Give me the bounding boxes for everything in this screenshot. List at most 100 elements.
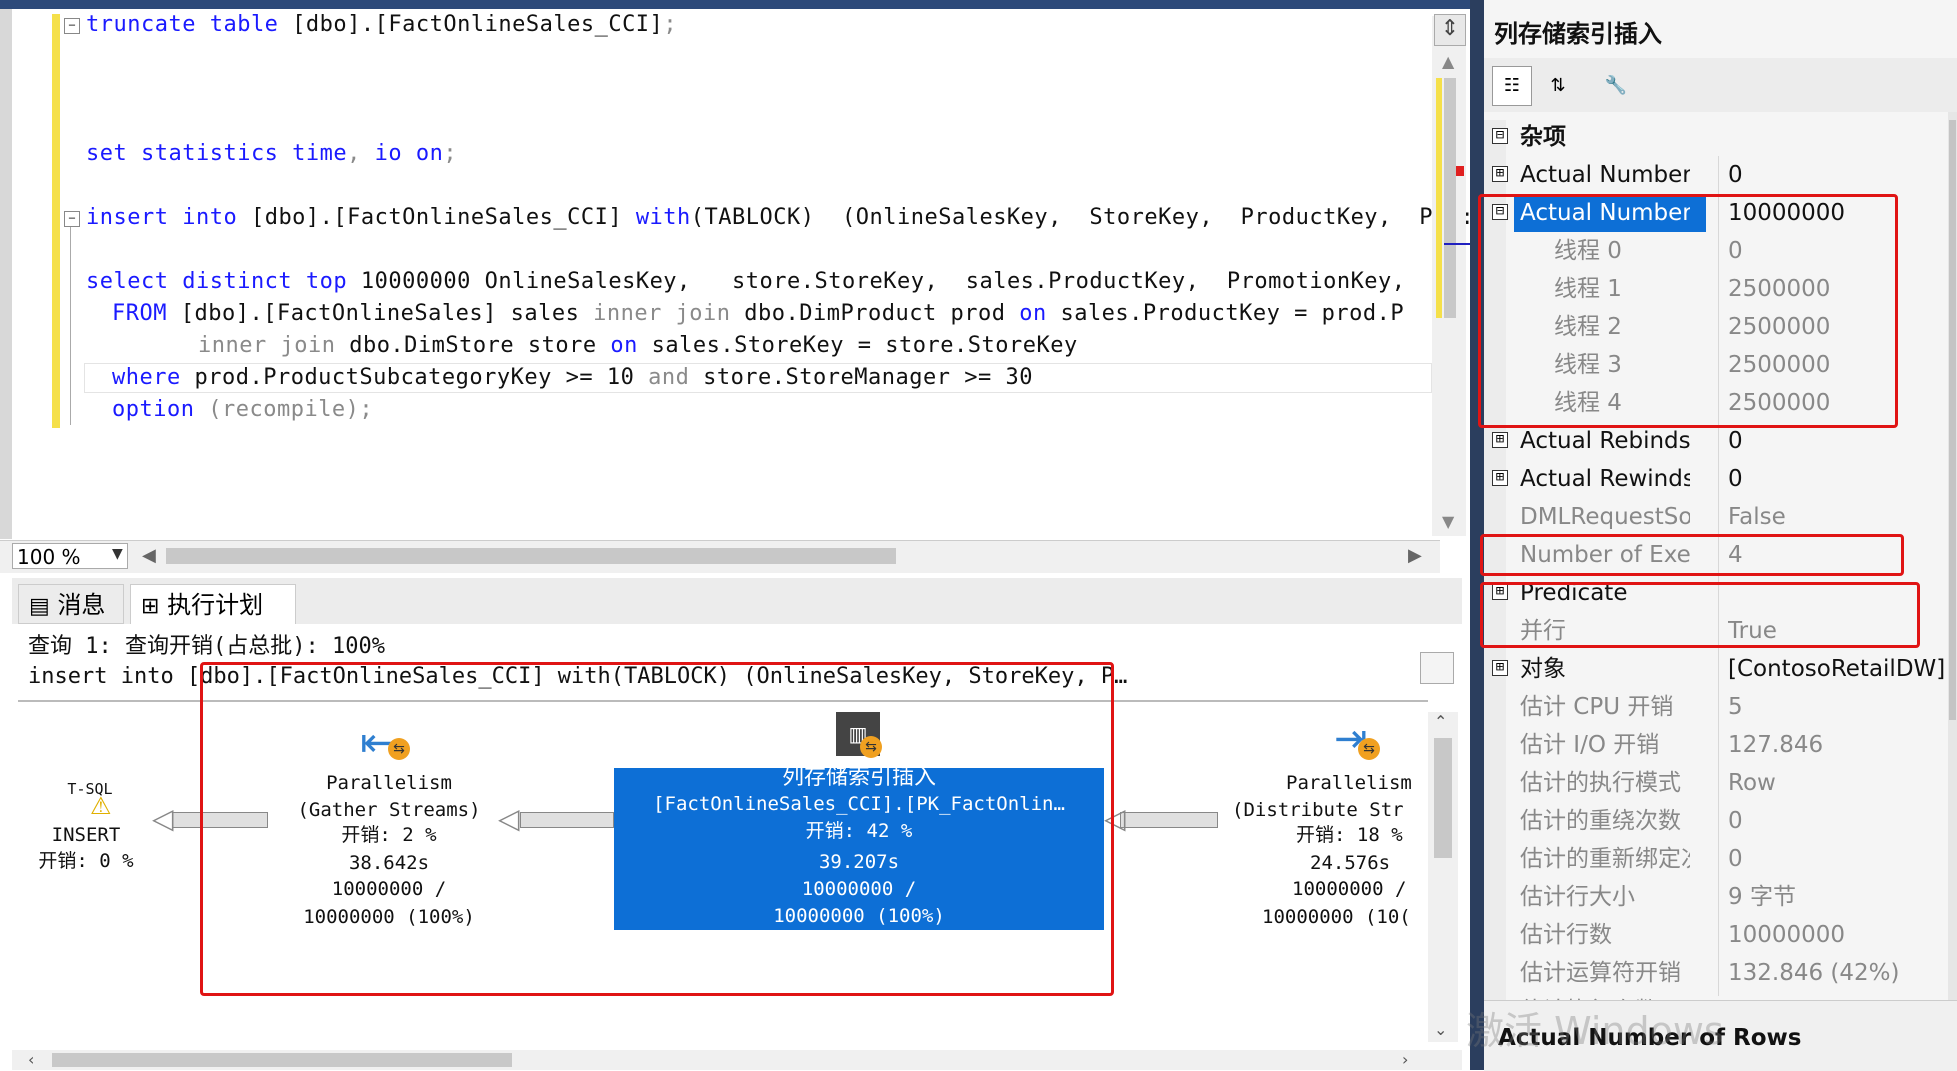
code-line-3[interactable]: insert into [dbo].[FactOnlineSales_CCI] … xyxy=(86,205,1474,230)
editor-gutter xyxy=(0,9,12,539)
property-value[interactable]: 127.846 xyxy=(1728,726,1948,764)
tab-label: 执行计划 xyxy=(167,591,264,619)
property-row[interactable]: 估计行大小 9 字节 xyxy=(1484,878,1957,916)
messages-icon: ▤ xyxy=(29,594,50,619)
editor-hscroll-thumb[interactable] xyxy=(166,548,896,564)
change-tracking-bar xyxy=(52,14,60,428)
sort-alpha-icon[interactable]: ⇅ xyxy=(1538,66,1578,106)
editor-scroll-thumb[interactable] xyxy=(1444,78,1456,318)
plan-scroll-thumb[interactable] xyxy=(1434,738,1452,858)
code-text: (TABLOCK) (OnlineSalesKey, StoreKey, Pro… xyxy=(690,205,1475,230)
property-name: 估计 I/O 开销 xyxy=(1520,732,1660,758)
highlight-box-executions xyxy=(1480,534,1904,576)
property-value[interactable]: 0 xyxy=(1728,802,1948,840)
property-row[interactable]: 估计的执行模式 Row xyxy=(1484,764,1957,802)
code-text: sales.ProductKey = prod.P xyxy=(1046,301,1405,326)
categorized-icon[interactable]: ☷ xyxy=(1492,66,1532,106)
code-line-6[interactable]: inner join dbo.DimStore store on sales.S… xyxy=(198,333,1078,358)
keyword: truncate table xyxy=(86,12,279,37)
property-name: 杂项 xyxy=(1520,124,1566,150)
collapse-icon[interactable]: − xyxy=(64,211,80,227)
tab-label: 消息 xyxy=(57,591,106,619)
property-row[interactable]: DMLRequestSort False xyxy=(1484,498,1957,536)
code-text: 10000000 OnlineSalesKey, store.StoreKey,… xyxy=(347,269,1461,294)
highlight-box-parallel xyxy=(1480,582,1920,648)
scroll-up-icon[interactable]: ▲ xyxy=(1442,52,1454,71)
scroll-left-icon[interactable]: ‹ xyxy=(28,1050,34,1069)
property-row[interactable]: 估计的重新绑定次 0 xyxy=(1484,840,1957,878)
plan-hscroll-thumb[interactable] xyxy=(52,1053,512,1067)
chevron-down-icon[interactable]: ▼ xyxy=(112,546,123,562)
expand-icon[interactable]: ⊞ xyxy=(1492,432,1508,448)
property-row[interactable]: ⊞ Actual Rewinds 0 xyxy=(1484,460,1957,498)
property-name: 估计的重新绑定次 xyxy=(1520,846,1690,872)
scroll-left-icon[interactable]: ◀ xyxy=(142,545,156,566)
property-row[interactable]: ⊞ 对象 [ContosoRetailDW] xyxy=(1484,650,1957,688)
code-line-5[interactable]: FROM [dbo].[FactOnlineSales] sales inner… xyxy=(112,301,1404,326)
property-row[interactable]: 估计 CPU 开销 5 xyxy=(1484,688,1957,726)
scroll-right-icon[interactable]: › xyxy=(1402,1050,1408,1069)
expand-icon[interactable]: ⊞ xyxy=(1492,470,1508,486)
code-text: dbo.DimStore store xyxy=(335,333,611,358)
collapse-icon[interactable]: − xyxy=(64,18,80,34)
keyword: with xyxy=(635,205,691,230)
property-value[interactable]: 10000000 xyxy=(1728,916,1948,954)
code-text: [dbo].[FactOnlineSales_CCI] xyxy=(278,12,664,37)
code-text: prod.ProductSubcategoryKey >= 10 xyxy=(180,365,649,390)
property-row[interactable]: 估计 I/O 开销 127.846 xyxy=(1484,726,1957,764)
highlight-box-actual-rows xyxy=(1478,194,1898,428)
code-text: ; xyxy=(663,12,678,37)
wrench-icon[interactable]: 🔧 xyxy=(1596,66,1636,106)
property-name: 估计的重绕次数 xyxy=(1520,808,1681,834)
keyword: option xyxy=(112,397,195,422)
code-line-1[interactable]: truncate table [dbo].[FactOnlineSales_CC… xyxy=(86,12,677,37)
keyword: where xyxy=(112,365,181,390)
code-text: inner join xyxy=(198,333,336,358)
scroll-right-icon[interactable]: ▶ xyxy=(1408,545,1422,566)
property-row[interactable]: 估计的重绕次数 0 xyxy=(1484,802,1957,840)
activation-watermark: 激活 Windows xyxy=(1466,1009,1724,1053)
properties-scroll-thumb[interactable] xyxy=(1949,120,1956,720)
code-line-8[interactable]: option (recompile); xyxy=(112,397,373,422)
property-value[interactable]: 0 xyxy=(1728,460,1948,498)
plan-overview-button[interactable] xyxy=(1420,652,1454,684)
code-line-7[interactable]: where prod.ProductSubcategoryKey >= 10 a… xyxy=(112,365,1033,390)
expand-icon[interactable]: ⊞ xyxy=(1492,660,1508,676)
property-row[interactable]: 估计行数 10000000 xyxy=(1484,916,1957,954)
scroll-down-icon[interactable]: ▼ xyxy=(1442,512,1454,531)
property-value[interactable]: 132.846 (42%) xyxy=(1728,954,1948,992)
code-line-2[interactable]: set statistics time, io on; xyxy=(86,141,457,166)
keyword: select distinct top xyxy=(86,269,348,294)
property-value[interactable]: 9 字节 xyxy=(1728,878,1948,916)
property-value[interactable]: 0 xyxy=(1728,840,1948,878)
property-value[interactable]: False xyxy=(1728,498,1948,536)
property-value[interactable]: Row xyxy=(1728,764,1948,802)
property-row[interactable]: ⊞ Actual Number o 0 xyxy=(1484,156,1957,194)
zoom-select[interactable]: 100 % xyxy=(12,543,128,569)
scroll-up-icon[interactable]: ⌃ xyxy=(1434,712,1447,731)
property-value[interactable]: 5 xyxy=(1728,688,1948,726)
code-line-4[interactable]: select distinct top 10000000 OnlineSales… xyxy=(86,269,1461,294)
keyword: set statistics time xyxy=(86,141,348,166)
keyword: on xyxy=(610,333,638,358)
arrow-left-icon: ◁ xyxy=(152,802,174,835)
split-icon[interactable]: ⇕ xyxy=(1434,14,1466,46)
collapse-icon[interactable]: ⊟ xyxy=(1492,128,1508,144)
property-row[interactable]: 估计运算符开销 132.846 (42%) xyxy=(1484,954,1957,992)
property-value[interactable]: 0 xyxy=(1728,156,1948,194)
property-name: 估计行大小 xyxy=(1520,884,1635,910)
scroll-down-icon[interactable]: ⌄ xyxy=(1434,1020,1447,1039)
tab-messages[interactable]: ▤ 消息 xyxy=(18,584,124,624)
scroll-caret-marker xyxy=(1444,243,1470,245)
code-text: , xyxy=(347,141,375,166)
expand-icon[interactable]: ⊞ xyxy=(1492,166,1508,182)
property-category[interactable]: ⊟ 杂项 xyxy=(1484,118,1957,156)
keyword: io on xyxy=(374,141,444,166)
tsql-insert-node[interactable]: T-SQL ⚠ INSERT 开销: 0 % xyxy=(24,772,154,882)
parallelism-distribute-node[interactable]: ⇥ ⇆ Parallelism (Distribute Str 开销: 18 %… xyxy=(1226,716,1426,930)
tab-execution-plan[interactable]: ⊞ 执行计划 xyxy=(130,584,296,624)
property-value[interactable]: [ContosoRetailDW] xyxy=(1728,650,1948,688)
scroll-change-marker xyxy=(1436,78,1442,318)
code-text: ; xyxy=(443,141,458,166)
node-title: Parallelism xyxy=(1286,772,1412,794)
